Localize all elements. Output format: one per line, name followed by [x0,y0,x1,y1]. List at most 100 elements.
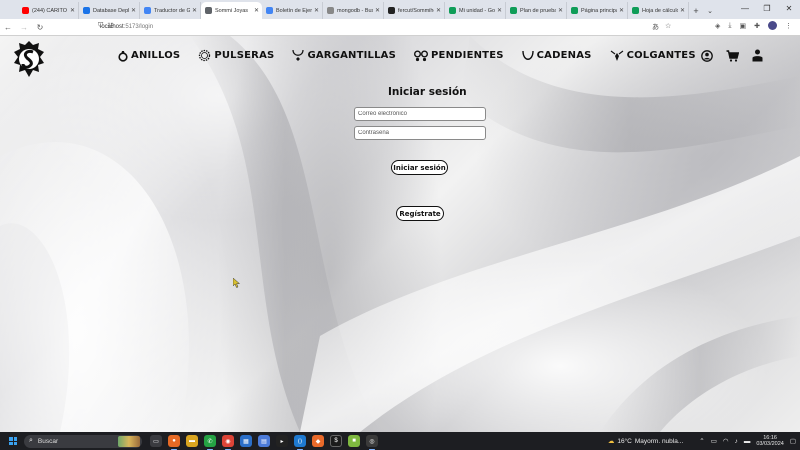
browser-tab[interactable]: Plan de pruebas✕ [506,2,567,19]
tab-title: Database Deploy [93,7,129,14]
tab-close-icon[interactable]: ✕ [619,7,624,14]
tab-favicon-icon [266,7,273,14]
notifications-icon[interactable]: ▢ [790,437,796,445]
network-icon[interactable]: ▭ [711,437,717,445]
password-field[interactable] [354,126,486,140]
browser-tab[interactable]: Página principal ✕ [567,2,628,19]
tab-title: Boletín de Ejerc [276,7,312,14]
register-button[interactable]: Regístrate [396,206,444,221]
file-explorer-icon[interactable]: ▬ [186,435,198,447]
clock[interactable]: 16:16 03/03/2024 [756,435,784,448]
browser-tab[interactable]: Sommi Joyas ✕ [201,2,262,19]
bookmark-star-icon[interactable]: ☆ [665,22,671,32]
nav-item-anillos[interactable]: ANILLOS [118,50,180,62]
chevron-up-icon[interactable]: ⌃ [699,437,704,445]
windows-start-icon[interactable] [6,434,20,448]
tab-favicon-icon [327,7,334,14]
chrome-icon[interactable]: ◉ [222,435,234,450]
taskbar-search[interactable]: ⌕ Buscar [24,434,142,448]
tab-close-icon[interactable]: ✕ [680,7,685,14]
whatsapp-icon[interactable]: ✆ [204,435,216,450]
tab-list-chevron-icon[interactable]: ⌄ [703,2,717,19]
email-field[interactable] [354,107,486,121]
store-icon[interactable]: ▦ [240,435,252,447]
extension-icon[interactable]: ◈ [715,22,720,30]
minimize-icon[interactable]: — [734,0,756,17]
nav-item-gargantillas[interactable]: GARGANTILLAS [292,49,396,62]
wifi-icon[interactable]: ◠ [723,437,729,445]
tab-favicon-icon [83,7,90,14]
nav-item-cadenas[interactable]: CADENAS [521,50,592,62]
search-icon: ⌕ [29,437,33,444]
tab-close-icon[interactable]: ✕ [436,7,441,14]
browser-tab[interactable]: Traductor de Go ✕ [140,2,201,19]
tab-title: fercut/Sommiho [398,7,434,14]
page-info-icon[interactable]: ☷ [107,22,113,30]
shield-icon[interactable]: ⛉ [98,22,103,30]
tab-close-icon[interactable]: ✕ [375,7,380,14]
tab-close-icon[interactable]: ✕ [558,7,563,14]
tab-close-icon[interactable]: ✕ [254,7,259,14]
tab-close-icon[interactable]: ✕ [131,7,136,14]
register-label: Regístrate [399,209,441,218]
tab-title: Sommi Joyas [215,7,249,14]
browser-tab[interactable]: Boletín de Ejerc ✕ [262,2,323,19]
browser-tab[interactable]: Database Deploy✕ [79,2,140,19]
shopping-cart-icon[interactable] [726,49,739,62]
brand-logo[interactable] [12,40,46,78]
user-account-icon[interactable] [701,49,713,62]
chain-icon [521,50,534,60]
tab-favicon-icon [632,7,639,14]
tab-favicon-icon [510,7,517,14]
profile-avatar[interactable] [768,21,777,30]
earrings-icon [414,50,429,61]
calendar-icon[interactable]: ▤ [258,435,270,447]
firefox-icon[interactable]: ● [168,435,180,450]
tab-close-icon[interactable]: ✕ [192,7,197,14]
download-icon[interactable]: ⤓ [728,22,731,30]
tab-favicon-icon [22,7,29,14]
login-submit-button[interactable]: Iniciar sesión [391,160,448,175]
new-tab-button[interactable]: + [689,2,703,19]
volume-icon[interactable]: ♪ [735,438,738,445]
tab-close-icon[interactable]: ✕ [314,7,319,14]
battery-icon[interactable]: ▬ [744,438,751,445]
vscode-icon[interactable]: ⟨⟩ [294,435,306,450]
ring-icon [118,50,128,62]
window-controls: — ❐ ✕ [734,0,800,17]
reload-icon[interactable]: ↻ [32,23,48,32]
app-icon[interactable]: $ [330,435,342,447]
task-view-icon[interactable]: ▭ [150,435,162,447]
minecraft-icon[interactable]: ■ [348,435,360,447]
obs-icon[interactable]: ◎ [366,435,378,450]
browser-tab[interactable]: Hoja de cálculo ✕ [628,2,689,19]
pendant-icon [610,50,623,61]
maximize-icon[interactable]: ❐ [756,0,778,17]
login-title: Iniciar sesión [388,86,467,98]
browser-tab[interactable]: Mi unidad - Goo ✕ [445,2,506,19]
mouse-cursor-icon [233,278,241,288]
forward-arrow-icon[interactable]: → [16,23,32,32]
weather-widget[interactable]: ☁ 16°C Mayorm. nubla... [608,437,683,446]
postman-icon[interactable]: ◆ [312,435,324,447]
bookmarks-icon[interactable]: ▣ [740,22,747,30]
tab-close-icon[interactable]: ✕ [70,7,75,14]
menu-dots-icon[interactable]: ⋮ [785,22,792,30]
browser-tab[interactable]: (244) CARITO ®✕ [18,2,79,19]
nav-item-pendientes[interactable]: PENDIENTES [414,50,504,62]
close-window-icon[interactable]: ✕ [778,0,800,17]
browser-tab[interactable]: mongodb - Busc✕ [323,2,384,19]
terminal-icon[interactable]: ▸ [276,435,288,447]
tab-title: Hoja de cálculo [642,7,678,14]
nav-item-colgantes[interactable]: COLGANTES [610,50,696,62]
browser-tab[interactable]: fercut/Sommiho ✕ [384,2,445,19]
nav-item-pulseras[interactable]: PULSERAS [198,49,274,62]
tab-close-icon[interactable]: ✕ [497,7,502,14]
search-placeholder: Buscar [37,437,59,445]
weather-temp: 16°C [617,437,632,445]
category-nav: ANILLOS PULSERAS GARGANTILLAS PENDIENTES… [118,49,714,62]
back-arrow-icon[interactable]: ← [0,23,16,32]
translate-icon[interactable]: あ [652,22,659,32]
admin-user-icon[interactable] [752,49,763,62]
puzzle-icon[interactable]: ✚ [754,22,760,30]
